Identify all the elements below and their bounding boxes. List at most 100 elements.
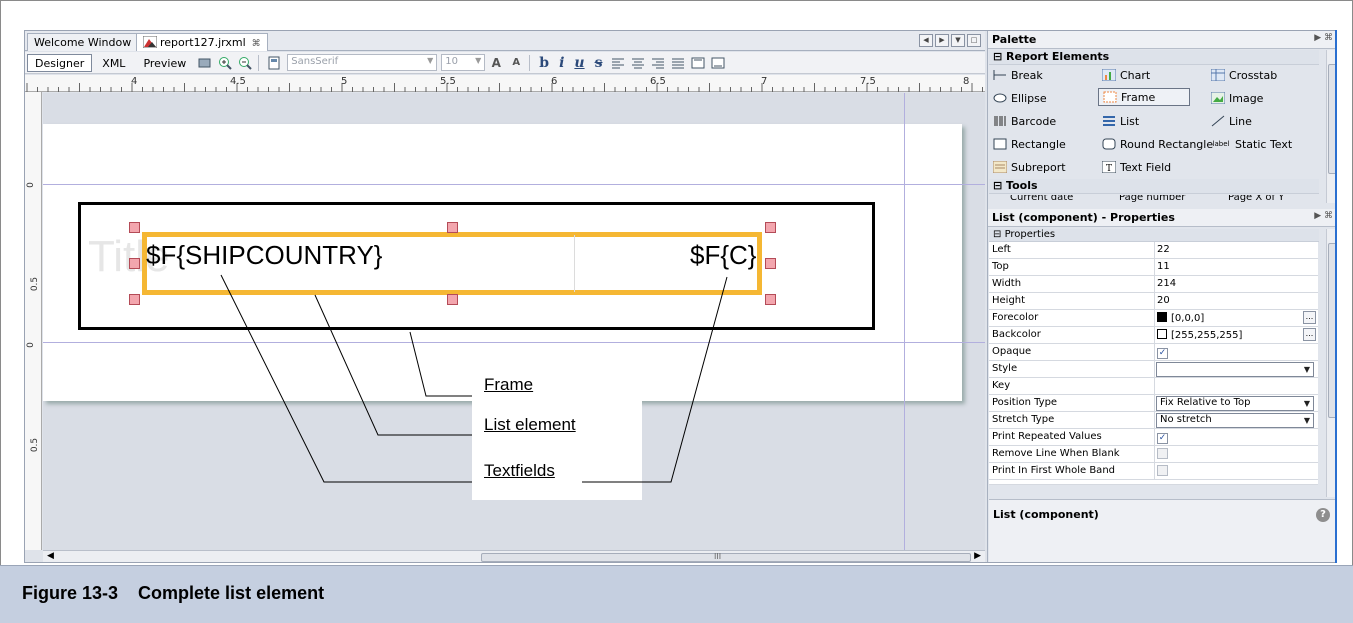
color-picker-button[interactable]: ... — [1303, 328, 1316, 341]
align-justify-icon[interactable] — [669, 54, 687, 72]
report-elements-section[interactable]: ⊟ Report Elements — [989, 50, 1319, 65]
bold-button[interactable]: b — [539, 55, 549, 71]
zoom-fit-icon[interactable] — [196, 54, 214, 72]
scroll-left-arrow-icon[interactable]: ◀ — [47, 551, 54, 561]
resize-handle[interactable] — [447, 294, 458, 305]
property-row-top[interactable]: Top 11 — [989, 259, 1318, 276]
position-type-select[interactable]: Fix Relative to Top ▼ — [1156, 396, 1314, 411]
palette-item-line[interactable]: Line — [1210, 114, 1252, 128]
decrease-font-icon[interactable]: A — [507, 54, 525, 72]
align-top-icon[interactable] — [689, 54, 707, 72]
property-row-left[interactable]: Left 22 — [989, 242, 1318, 259]
palette-item-break[interactable]: Break — [992, 68, 1043, 82]
property-value[interactable]: 11 — [1157, 261, 1170, 272]
palette-item-label: Subreport — [1011, 160, 1066, 174]
align-bottom-icon[interactable] — [709, 54, 727, 72]
style-select[interactable]: ▼ — [1156, 362, 1314, 377]
designer-mode-button[interactable]: Designer — [27, 53, 93, 72]
property-value[interactable]: 20 — [1157, 295, 1170, 306]
properties-section[interactable]: ⊟ Properties — [989, 229, 1319, 242]
property-row-print-repeated[interactable]: Print Repeated Values ✓ — [989, 429, 1318, 446]
palette-item-ellipse[interactable]: Ellipse — [992, 91, 1047, 105]
property-value[interactable]: 22 — [1157, 244, 1170, 255]
resize-handle[interactable] — [765, 222, 776, 233]
palette-item-crosstab[interactable]: Crosstab — [1210, 68, 1277, 82]
palette-item-page-number[interactable]: Page number — [1119, 195, 1185, 203]
palette-item-current-date[interactable]: Current date — [1010, 195, 1073, 203]
property-row-width[interactable]: Width 214 — [989, 276, 1318, 293]
preview-mode-button[interactable]: Preview — [135, 54, 194, 72]
palette-item-page-x-of-y[interactable]: Page X of Y — [1228, 195, 1284, 203]
tab-welcome-window[interactable]: Welcome Window⌘ — [27, 33, 154, 51]
property-row-print-first-band[interactable]: Print In First Whole Band — [989, 463, 1318, 480]
help-icon[interactable]: ? — [1316, 508, 1330, 522]
property-row-forecolor[interactable]: Forecolor [0,0,0]... — [989, 310, 1318, 327]
palette-item-barcode[interactable]: Barcode — [992, 114, 1056, 128]
scroll-right-arrow-icon[interactable]: ▶ — [974, 551, 981, 561]
remove-line-checkbox[interactable] — [1157, 448, 1168, 459]
scroll-thumb[interactable]: III — [481, 552, 971, 562]
c-textfield[interactable]: $F{C} — [690, 240, 757, 271]
property-name: Remove Line When Blank — [992, 448, 1120, 459]
font-size-value: 10 — [445, 56, 458, 67]
font-family-select[interactable]: SansSerif ▼ — [287, 54, 438, 71]
zoom-in-icon[interactable] — [216, 54, 234, 72]
panel-controls-icon[interactable]: ▶ ⌘ — [1314, 211, 1333, 221]
opaque-checkbox[interactable]: ✓ — [1157, 348, 1168, 359]
tools-section[interactable]: ⊟ Tools — [989, 179, 1319, 194]
property-value[interactable]: 214 — [1157, 278, 1176, 289]
resize-handle[interactable] — [129, 222, 140, 233]
palette-item-frame[interactable]: Frame — [1098, 88, 1190, 106]
print-repeated-checkbox[interactable]: ✓ — [1157, 433, 1168, 444]
toolbar-separator — [529, 54, 531, 71]
property-row-remove-line[interactable]: Remove Line When Blank — [989, 446, 1318, 463]
palette-item-list[interactable]: List — [1101, 114, 1139, 128]
xml-mode-button[interactable]: XML — [94, 54, 133, 72]
resize-handle[interactable] — [447, 222, 458, 233]
scroll-right-icon[interactable]: ▶ — [935, 34, 949, 47]
resize-handle[interactable] — [129, 258, 140, 269]
forecolor-swatch — [1157, 312, 1167, 322]
resize-handle[interactable] — [765, 294, 776, 305]
resize-handle[interactable] — [765, 258, 776, 269]
print-first-band-checkbox[interactable] — [1157, 465, 1168, 476]
property-row-key[interactable]: Key — [989, 378, 1318, 395]
property-row-stretch-type[interactable]: Stretch Type No stretch ▼ — [989, 412, 1318, 429]
property-row-position-type[interactable]: Position Type Fix Relative to Top ▼ — [989, 395, 1318, 412]
tab-list-icon[interactable]: ▼ — [951, 34, 965, 47]
property-row-opaque[interactable]: Opaque ✓ — [989, 344, 1318, 361]
property-row-backcolor[interactable]: Backcolor [255,255,255]... — [989, 327, 1318, 344]
zoom-out-icon[interactable] — [236, 54, 254, 72]
align-right-icon[interactable] — [649, 54, 667, 72]
font-size-select[interactable]: 10 ▼ — [441, 54, 486, 71]
stretch-type-select[interactable]: No stretch ▼ — [1156, 413, 1314, 428]
palette-item-static-text[interactable]: label Static Text — [1210, 137, 1293, 151]
increase-font-icon[interactable]: A — [487, 54, 505, 72]
palette-item-text-field[interactable]: T Text Field — [1101, 160, 1171, 174]
panel-controls-icon[interactable]: ▶ ⌘ — [1314, 33, 1333, 43]
align-center-icon[interactable] — [629, 54, 647, 72]
palette-item-rectangle[interactable]: Rectangle — [992, 137, 1066, 151]
palette-item-round-rectangle[interactable]: Round Rectangle — [1101, 137, 1213, 151]
shipcountry-textfield[interactable]: $F{SHIPCOUNTRY} — [146, 240, 382, 271]
underline-button[interactable]: u — [574, 55, 584, 71]
ruler-label: 8 — [963, 76, 970, 87]
horizontal-scrollbar[interactable]: ◀ III ▶ — [43, 550, 985, 562]
ruler-label: 0.5 — [30, 437, 41, 453]
align-left-icon[interactable] — [609, 54, 627, 72]
italic-button[interactable]: i — [559, 55, 564, 71]
scroll-left-icon[interactable]: ◀ — [919, 34, 933, 47]
property-row-height[interactable]: Height 20 — [989, 293, 1318, 310]
close-icon[interactable]: ⌘ — [252, 39, 261, 49]
tab-report127[interactable]: report127.jrxml ⌘ — [136, 33, 268, 51]
palette-item-subreport[interactable]: Subreport — [992, 160, 1066, 174]
palette-item-image[interactable]: Image — [1210, 91, 1263, 105]
resize-handle[interactable] — [129, 294, 140, 305]
text-field-icon: T — [1101, 160, 1117, 174]
strikethrough-button[interactable]: s — [595, 55, 603, 71]
property-row-style[interactable]: Style ▼ — [989, 361, 1318, 378]
color-picker-button[interactable]: ... — [1303, 311, 1316, 324]
maximize-icon[interactable]: □ — [967, 34, 981, 47]
palette-item-chart[interactable]: Chart — [1101, 68, 1150, 82]
format-icon[interactable] — [265, 54, 283, 72]
